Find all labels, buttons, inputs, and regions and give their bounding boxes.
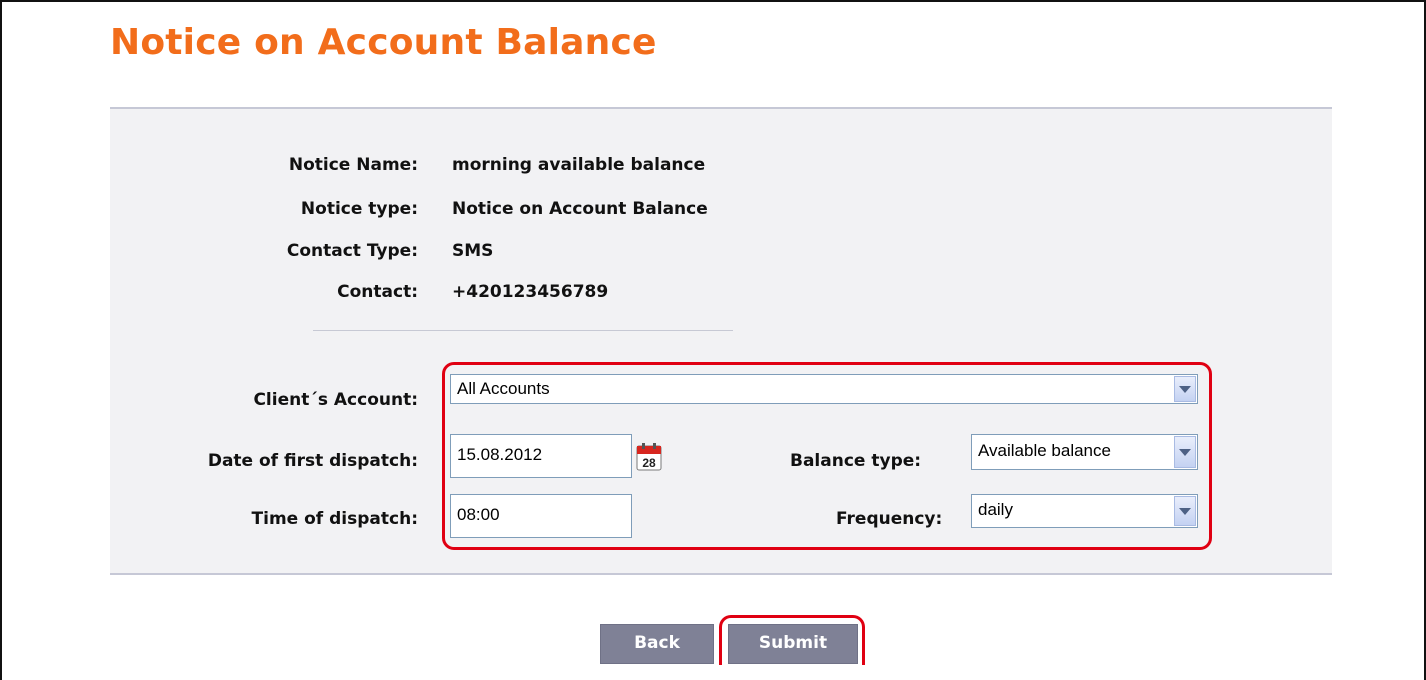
client-account-value: All Accounts: [457, 379, 550, 398]
submit-highlight: [719, 615, 865, 665]
client-account-label: Client´s Account:: [253, 390, 418, 410]
page-title: Notice on Account Balance: [110, 22, 657, 63]
date-first-dispatch-value: 15.08.2012: [457, 445, 543, 464]
contact-type-label: Contact Type:: [286, 241, 418, 261]
balance-type-value: Available balance: [978, 441, 1111, 460]
notice-type-label: Notice type:: [300, 199, 418, 219]
calendar-icon[interactable]: 28: [636, 443, 662, 471]
calendar-day-text: 28: [642, 456, 656, 470]
time-dispatch-input[interactable]: 08:00: [450, 494, 632, 538]
contact-label: Contact:: [337, 282, 418, 302]
notice-type-value: Notice on Account Balance: [452, 199, 708, 219]
date-first-dispatch-input[interactable]: 15.08.2012: [450, 434, 632, 478]
client-account-select[interactable]: All Accounts: [450, 374, 1198, 404]
back-button[interactable]: Back: [600, 624, 714, 664]
date-first-dispatch-label: Date of first dispatch:: [207, 451, 418, 471]
balance-type-label: Balance type:: [790, 451, 922, 471]
chevron-down-icon[interactable]: [1174, 496, 1196, 526]
notice-name-label: Notice Name:: [288, 155, 418, 175]
time-dispatch-value: 08:00: [457, 505, 500, 524]
time-dispatch-label: Time of dispatch:: [251, 509, 418, 529]
chevron-down-icon[interactable]: [1174, 376, 1196, 402]
chevron-down-icon[interactable]: [1174, 436, 1196, 468]
frequency-label: Frequency:: [836, 509, 943, 529]
frequency-select[interactable]: daily: [971, 494, 1198, 528]
contact-value: +420123456789: [452, 282, 609, 302]
frequency-value: daily: [978, 500, 1013, 519]
contact-type-value: SMS: [452, 241, 494, 261]
notice-name-value: morning available balance: [452, 155, 706, 175]
info-divider: [313, 330, 733, 331]
balance-type-select[interactable]: Available balance: [971, 434, 1198, 470]
